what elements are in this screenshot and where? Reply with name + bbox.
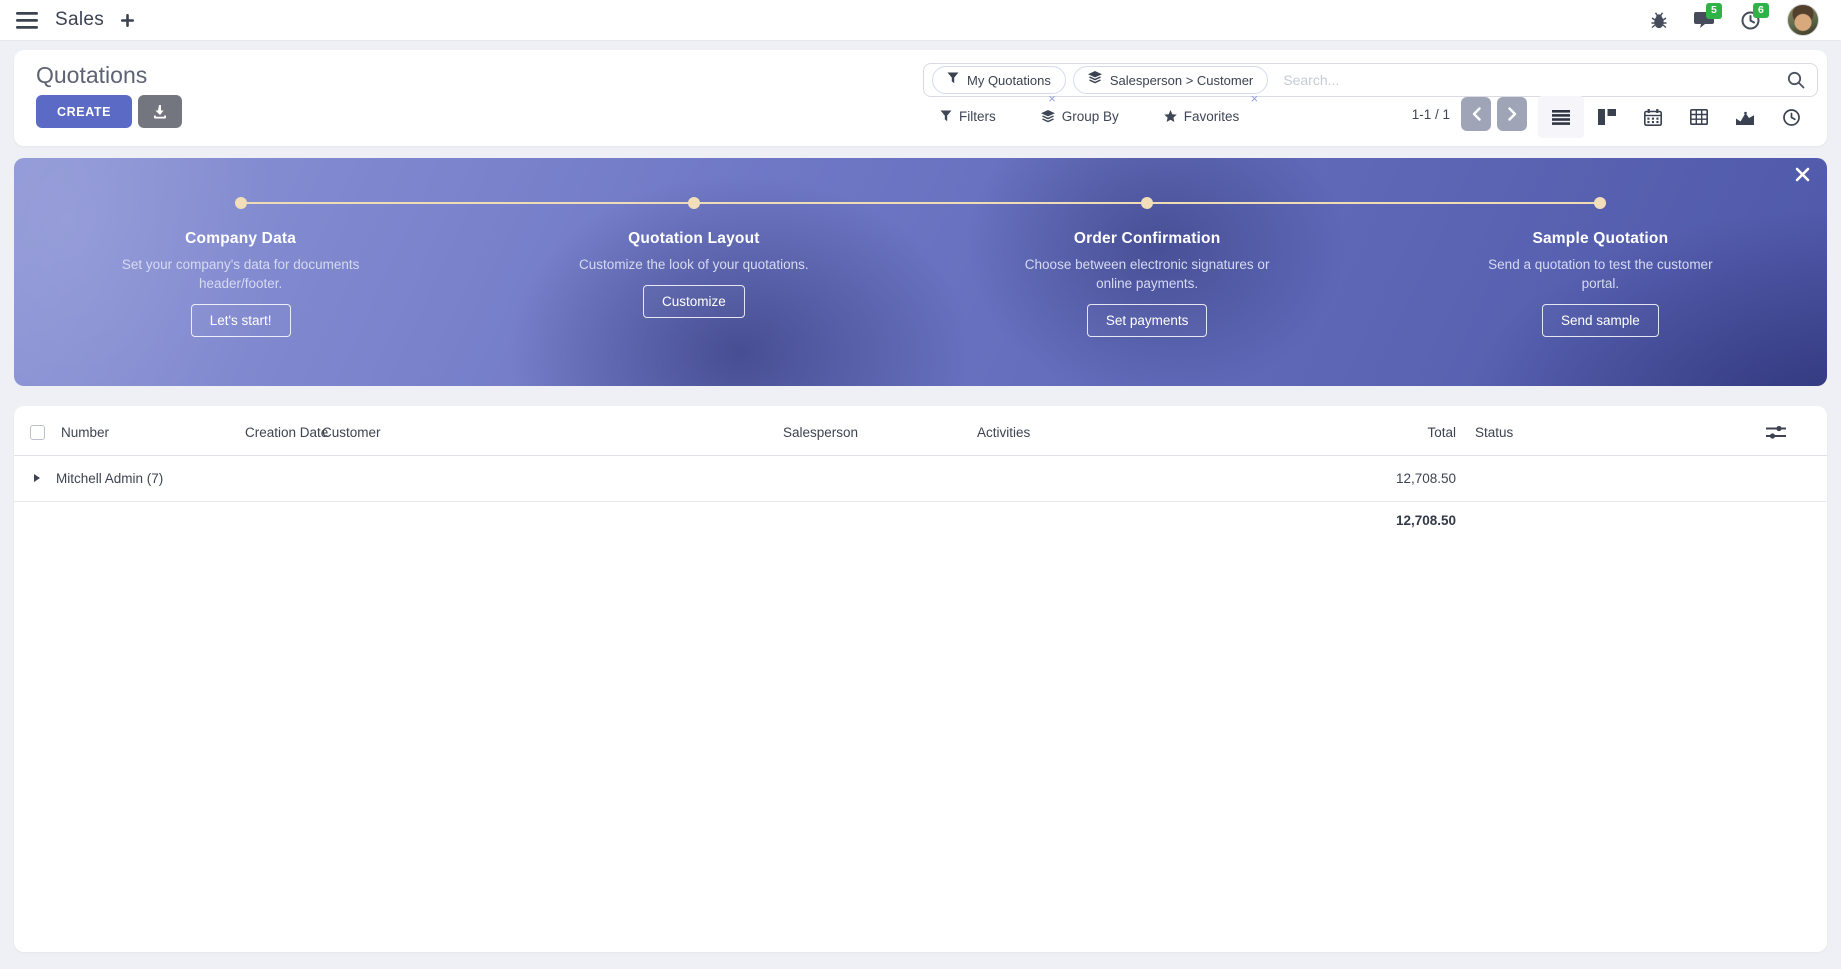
group-by-menu[interactable]: Group By xyxy=(1041,109,1119,124)
view-calendar-button[interactable] xyxy=(1630,96,1676,138)
step-description: Customize the look of your quotations. xyxy=(579,255,809,274)
step-description: Set your company's data for documents he… xyxy=(113,255,368,293)
facet-remove-icon[interactable]: × xyxy=(1251,91,1259,106)
apps-menu-icon[interactable] xyxy=(16,12,38,29)
onboarding-banner: Company Data Set your company's data for… xyxy=(14,158,1827,386)
group-by-label: Group By xyxy=(1062,109,1119,124)
set-payments-button[interactable]: Set payments xyxy=(1087,304,1208,337)
pager-next-button[interactable] xyxy=(1497,97,1527,131)
view-pivot-button[interactable] xyxy=(1676,96,1722,138)
close-icon[interactable] xyxy=(1795,167,1810,182)
select-all-checkbox[interactable] xyxy=(30,425,45,440)
search-input[interactable] xyxy=(1275,72,1787,88)
step-dot-icon xyxy=(1141,197,1153,209)
navbar-right: 5 6 xyxy=(1651,4,1825,36)
search-icon[interactable] xyxy=(1787,71,1805,89)
step-title: Order Confirmation xyxy=(1074,230,1221,248)
list-footer-row: 12,708.50 xyxy=(14,502,1827,539)
favorites-label: Favorites xyxy=(1184,109,1240,124)
search-facet-my-quotations[interactable]: My Quotations × xyxy=(932,66,1066,94)
top-navbar: Sales 5 6 xyxy=(0,0,1841,41)
messages-badge: 5 xyxy=(1706,3,1722,19)
optional-columns-icon[interactable] xyxy=(1766,424,1786,441)
pager-text: 1-1 / 1 xyxy=(1370,107,1450,122)
step-title: Sample Quotation xyxy=(1532,230,1668,248)
control-panel: Quotations CREATE My Quotations × Salesp… xyxy=(14,50,1827,146)
pager-previous-button[interactable] xyxy=(1461,97,1491,131)
column-header-customer[interactable]: Customer xyxy=(322,411,381,455)
screen: Sales 5 6 Quotations CREATE xyxy=(0,0,1841,969)
step-title: Quotation Layout xyxy=(628,230,760,248)
search-menus: Filters Group By Favorites xyxy=(940,100,1239,132)
step-dot-icon xyxy=(688,197,700,209)
filters-menu[interactable]: Filters xyxy=(940,109,996,124)
action-buttons: CREATE xyxy=(36,95,182,128)
column-header-salesperson[interactable]: Salesperson xyxy=(783,411,858,455)
onboarding-step-quotation-layout: Quotation Layout Customize the look of y… xyxy=(467,158,920,386)
column-header-creation-date[interactable]: Creation Date xyxy=(245,411,328,455)
search-facet-groupby-salesperson-customer[interactable]: Salesperson > Customer × xyxy=(1073,66,1268,94)
quotations-list: Number Creation Date Customer Salesperso… xyxy=(14,406,1827,952)
footer-total: 12,708.50 xyxy=(1256,502,1456,539)
view-kanban-button[interactable] xyxy=(1584,96,1630,138)
user-avatar[interactable] xyxy=(1787,4,1819,36)
column-header-activities[interactable]: Activities xyxy=(977,411,1030,455)
create-button[interactable]: CREATE xyxy=(36,95,132,128)
onboarding-steps: Company Data Set your company's data for… xyxy=(14,158,1827,386)
search-bar[interactable]: My Quotations × Salesperson > Customer × xyxy=(923,63,1818,97)
navbar-left: Sales xyxy=(16,9,134,31)
step-dot-icon xyxy=(235,197,247,209)
page-title: Quotations xyxy=(36,62,147,89)
onboarding-step-order-confirmation: Order Confirmation Choose between electr… xyxy=(921,158,1374,386)
send-sample-button[interactable]: Send sample xyxy=(1542,304,1659,337)
customize-button[interactable]: Customize xyxy=(643,285,745,318)
add-icon[interactable] xyxy=(121,14,134,27)
activities-icon[interactable]: 6 xyxy=(1741,11,1760,30)
lets-start-button[interactable]: Let's start! xyxy=(191,304,291,337)
facet-label: Salesperson > Customer xyxy=(1110,73,1253,88)
group-total: 12,708.50 xyxy=(1256,456,1456,501)
step-dot-icon xyxy=(1594,197,1606,209)
view-activity-button[interactable] xyxy=(1768,96,1814,138)
messages-icon[interactable]: 5 xyxy=(1694,11,1714,29)
column-header-total[interactable]: Total xyxy=(1256,411,1456,455)
step-description: Choose between electronic signatures or … xyxy=(1020,255,1275,293)
view-switcher xyxy=(1538,96,1814,138)
onboarding-step-sample-quotation: Sample Quotation Send a quotation to tes… xyxy=(1374,158,1827,386)
column-header-number[interactable]: Number xyxy=(61,411,109,455)
app-name[interactable]: Sales xyxy=(55,9,104,31)
list-header-row: Number Creation Date Customer Salesperso… xyxy=(14,411,1827,456)
filter-icon xyxy=(947,71,959,89)
onboarding-step-company-data: Company Data Set your company's data for… xyxy=(14,158,467,386)
group-label[interactable]: Mitchell Admin (7) xyxy=(56,456,163,501)
layers-icon xyxy=(1088,71,1102,89)
group-caret-icon[interactable] xyxy=(34,474,40,482)
filters-label: Filters xyxy=(959,109,996,124)
debug-icon[interactable] xyxy=(1651,12,1667,29)
step-description: Send a quotation to test the customer po… xyxy=(1473,255,1728,293)
facet-label: My Quotations xyxy=(967,73,1051,88)
view-graph-button[interactable] xyxy=(1722,96,1768,138)
activities-badge: 6 xyxy=(1753,3,1769,19)
view-list-button[interactable] xyxy=(1538,96,1584,138)
export-button[interactable] xyxy=(138,95,182,128)
group-row-mitchell-admin[interactable]: Mitchell Admin (7) 12,708.50 xyxy=(14,456,1827,502)
column-header-status[interactable]: Status xyxy=(1475,411,1513,455)
step-title: Company Data xyxy=(185,230,296,248)
pager: 1-1 / 1 xyxy=(1370,97,1527,131)
favorites-menu[interactable]: Favorites xyxy=(1164,109,1240,124)
